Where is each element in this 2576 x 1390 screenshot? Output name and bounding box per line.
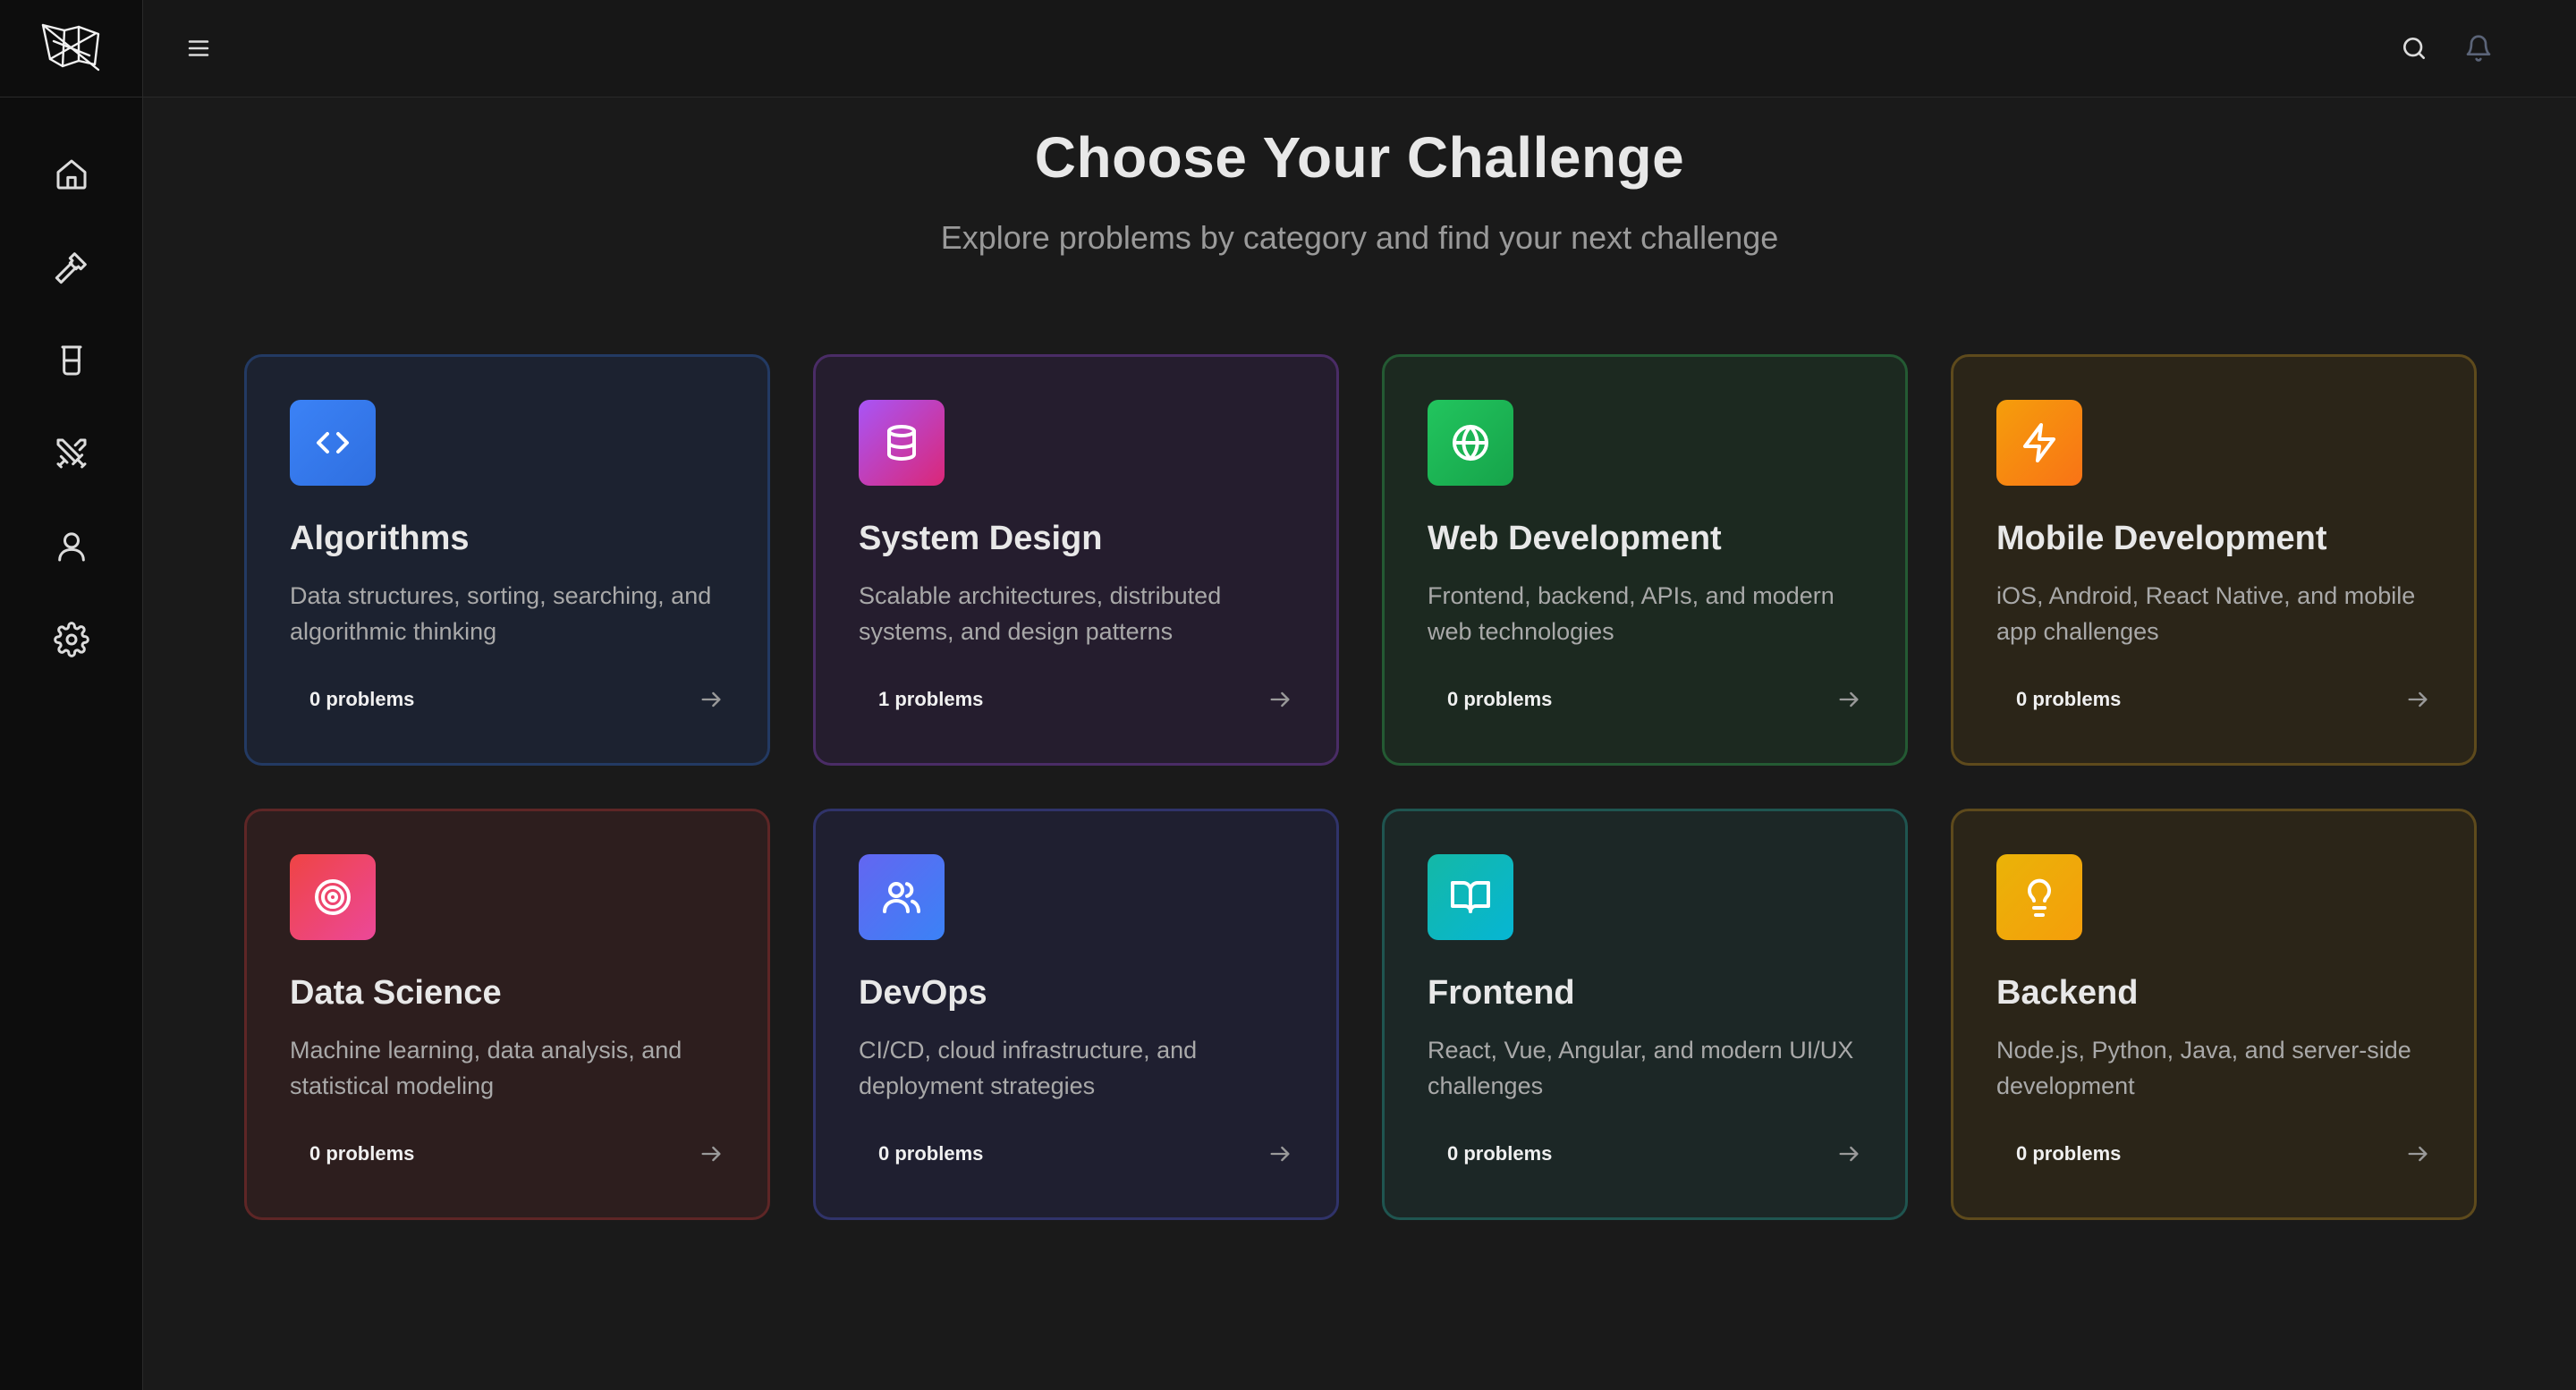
page-title: Choose Your Challenge [1034,125,1685,190]
beaker-icon [61,345,81,376]
card-title: Algorithms [290,520,470,557]
problem-count: 0 problems [309,1142,415,1165]
arrow-right-icon[interactable] [2404,686,2431,713]
category-card-devops[interactable]: DevOps CI/CD, cloud infrastructure, and … [813,809,1339,1220]
main-content: Choose Your Challenge Explore problems b… [143,97,2576,1390]
card-title: Web Development [1428,520,1722,557]
card-title: DevOps [859,974,987,1012]
code-icon [317,432,349,453]
card-footer: 0 problems [309,682,724,717]
card-title: Mobile Development [1996,520,2327,557]
category-card-data-science[interactable]: Data Science Machine learning, data anal… [244,809,770,1220]
arrow-right-icon[interactable] [2404,1140,2431,1167]
card-description: Frontend, backend, APIs, and modern web … [1428,582,1835,645]
target-icon [315,879,351,915]
card-description: Data structures, sorting, searching, and… [290,582,712,645]
card-icon-badge [859,400,945,486]
card-footer: 0 problems [2016,682,2431,717]
card-icon-badge [859,854,945,940]
card-footer: 0 problems [2016,1136,2431,1172]
card-icon-badge [1428,854,1513,940]
sidebar-item-beaker[interactable] [39,328,104,393]
sidebar-item-profile[interactable] [39,514,104,579]
card-footer: 0 problems [309,1136,724,1172]
arrow-right-icon[interactable] [1267,686,1293,713]
problem-count: 0 problems [2016,688,2122,710]
sidebar-item-home[interactable] [39,142,104,207]
search-icon [2403,38,2425,59]
database-icon [887,425,916,461]
category-card-mobile-development[interactable]: Mobile Development iOS, Android, React N… [1951,354,2477,766]
arrow-right-icon[interactable] [1835,686,1862,713]
arrow-right-icon[interactable] [698,686,724,713]
problem-count: 0 problems [1447,688,1553,710]
home-icon [56,159,86,190]
sidebar-item-hammer[interactable] [39,235,104,300]
user-icon [57,532,85,562]
problem-count: 0 problems [1447,1142,1553,1165]
menu-toggle-button[interactable] [181,30,216,66]
category-card-backend[interactable]: Backend Node.js, Python, Java, and serve… [1951,809,2477,1220]
card-description: Machine learning, data analysis, and sta… [290,1037,682,1099]
hammer-icon [55,252,87,284]
category-grid: Algorithms Data structures, sorting, sea… [244,354,2477,1220]
card-title: System Design [859,520,1103,557]
book-icon [1451,881,1490,913]
problem-count: 0 problems [309,688,415,710]
card-description: Scalable architectures, distributed syst… [859,582,1222,645]
swords-icon [56,438,86,469]
card-description: CI/CD, cloud infrastructure, and deploym… [859,1037,1198,1099]
card-footer: 0 problems [1447,682,1862,717]
card-title: Backend [1996,974,2139,1012]
problem-count: 0 problems [878,1142,984,1165]
card-footer: 0 problems [1447,1136,1862,1172]
card-icon-badge [1428,400,1513,486]
lightning-icon [2023,423,2055,462]
sidebar-item-settings[interactable] [39,607,104,672]
logo[interactable] [0,0,142,97]
gear-icon [53,622,89,657]
card-description: React, Vue, Angular, and modern UI/UX ch… [1428,1037,1854,1099]
card-footer: 1 problems [878,682,1293,717]
card-title: Data Science [290,974,502,1012]
card-title: Frontend [1428,974,1575,1012]
card-icon-badge [290,854,376,940]
category-card-algorithms[interactable]: Algorithms Data structures, sorting, sea… [244,354,770,766]
arrow-right-icon[interactable] [698,1140,724,1167]
category-card-frontend[interactable]: Frontend React, Vue, Angular, and modern… [1382,809,1908,1220]
flag-logo-icon [41,23,99,72]
side-nav [0,97,142,700]
card-description: Node.js, Python, Java, and server-side d… [1996,1037,2411,1099]
lightbulb-icon [2028,878,2051,917]
page-subtitle: Explore problems by category and find yo… [940,219,1779,256]
category-card-web-development[interactable]: Web Development Frontend, backend, APIs,… [1382,354,1908,766]
card-icon-badge [290,400,376,486]
notifications-button[interactable] [2460,30,2497,67]
card-icon-badge [1996,400,2082,486]
sidebar [0,0,143,1390]
search-button[interactable] [2395,30,2433,67]
card-icon-badge [1996,854,2082,940]
category-card-system-design[interactable]: System Design Scalable architectures, di… [813,354,1339,766]
card-footer: 0 problems [878,1136,1293,1172]
arrow-right-icon[interactable] [1267,1140,1293,1167]
users-icon [883,882,920,913]
card-description: iOS, Android, React Native, and mobile a… [1996,582,2416,645]
sidebar-item-swords[interactable] [39,421,104,486]
globe-icon [1453,425,1488,461]
arrow-right-icon[interactable] [1835,1140,1862,1167]
bell-icon [2466,35,2491,62]
top-bar [143,0,2576,97]
problem-count: 1 problems [878,688,984,710]
problem-count: 0 problems [2016,1142,2122,1165]
hamburger-menu-icon [188,40,209,56]
